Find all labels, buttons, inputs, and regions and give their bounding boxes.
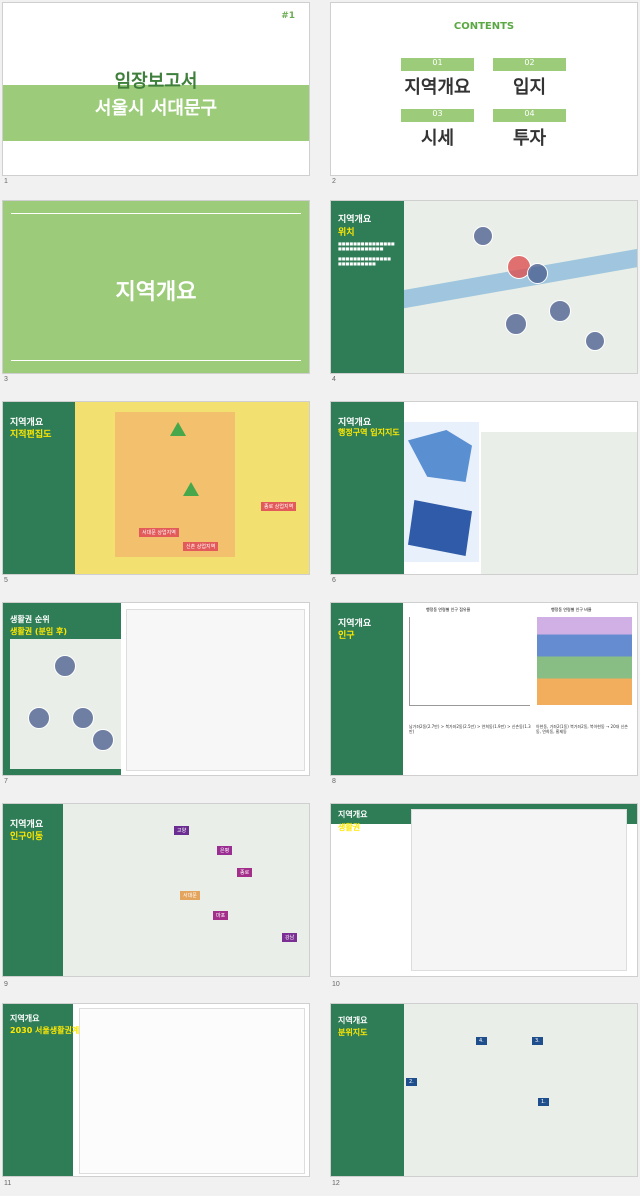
slide-10[interactable]: 지역개요 생활권	[331, 804, 637, 976]
box-label: 2.	[406, 1078, 417, 1086]
toc-item-3-label: 시세	[420, 128, 455, 149]
slide-title: 임장보고서	[114, 71, 198, 92]
area-label: 종로	[237, 868, 253, 877]
slide-number: 7	[4, 778, 8, 785]
slide-heading: 지역개요	[338, 810, 368, 819]
population-chart-1	[409, 617, 530, 706]
slide-heading: 생활권 순위	[10, 615, 50, 624]
chart-2-title: 행정동 연령별 인구 비율	[551, 607, 592, 612]
area-label: 마포	[213, 911, 229, 920]
slide-6[interactable]: 지역개요 행정구역 입지지도	[331, 402, 637, 574]
rank-table	[126, 609, 305, 771]
slide-number: 5	[4, 577, 8, 584]
area-label: 서대문	[180, 891, 200, 900]
box-label: 4.	[476, 1037, 487, 1045]
slide-subheading: 인구이동	[10, 832, 44, 842]
slide-9[interactable]: 지역개요 인구이동 고양 은평 종로 서대문 마포 강남	[3, 804, 309, 976]
box-label: 1.	[538, 1098, 549, 1106]
slide-number: 6	[332, 577, 336, 584]
slide-subheading: 생활권 (분임 후)	[10, 627, 68, 636]
zoning-map[interactable]: 종로 상업지역 신촌 상업지역 서대문 상업지역	[75, 402, 309, 574]
marker-map[interactable]	[481, 432, 637, 574]
slide-subheading: 인구	[338, 631, 355, 641]
slide-number: 1	[4, 178, 8, 185]
area-label: 은평	[217, 846, 233, 855]
toc-item-4[interactable]: 04	[493, 109, 566, 122]
slide-2[interactable]: CONTENTS 01 지역개요 02 입지 03 시세 04 투자	[331, 3, 637, 175]
district-map[interactable]	[404, 422, 479, 562]
corner-label: 도서관	[289, 161, 301, 166]
population-chart-2	[537, 617, 632, 705]
slide-subheading: 지적편집도	[10, 430, 52, 440]
slide-number: 8	[332, 778, 336, 785]
slide-7[interactable]: 생활권 순위 생활권 (분임 후)	[3, 603, 309, 775]
slide-heading: 지역개요	[10, 1014, 40, 1023]
slide-subtitle: 서울시 서대문구	[94, 98, 218, 119]
living-area-map[interactable]	[10, 639, 121, 769]
slide-number: 10	[332, 981, 340, 988]
slide-subheading: 2030 서울생활권계획	[10, 1026, 87, 1035]
slide-3[interactable]: 지역개요	[3, 201, 309, 373]
distribution-map[interactable]: 1. 2. 3. 4.	[404, 1004, 637, 1176]
slide-subheading: 분위지도	[338, 1028, 368, 1037]
slide-11[interactable]: 지역개요 2030 서울생활권계획	[3, 1004, 309, 1176]
slide-12[interactable]: 지역개요 분위지도 1. 2. 3. 4.	[331, 1004, 637, 1176]
toc-item-3[interactable]: 03	[401, 109, 474, 122]
migration-map[interactable]: 고양 은평 종로 서대문 마포 강남	[63, 804, 309, 976]
slide-number: 3	[4, 376, 8, 383]
toc-item-1-label: 지역개요	[404, 77, 471, 98]
slide-1[interactable]: #1 임장보고서 서울시 서대문구 도서관	[3, 3, 309, 175]
slide-heading: 지역개요	[338, 1016, 368, 1025]
section-title: 지역개요	[115, 280, 197, 305]
zone-label: 서대문 상업지역	[139, 528, 179, 537]
slide-number: 12	[332, 1180, 340, 1187]
zone-label: 신촌 상업지역	[183, 542, 219, 551]
slide-badge: #1	[281, 11, 295, 21]
slide-subheading: 행정구역 입지지도	[338, 428, 400, 437]
slide-subheading: 위치	[338, 228, 355, 238]
area-label: 고양	[174, 826, 190, 835]
slide-5[interactable]: 지역개요 지적편집도 종로 상업지역 신촌 상업지역 서대문 상업지역	[3, 402, 309, 574]
toc-item-2[interactable]: 02	[493, 58, 566, 71]
zone-label: 종로 상업지역	[261, 502, 297, 511]
box-label: 3.	[532, 1037, 543, 1045]
slide-number: 2	[332, 178, 336, 185]
slide-heading: 지역개요	[338, 215, 372, 225]
slide-number: 11	[4, 1180, 12, 1187]
contents-title: CONTENTS	[453, 21, 515, 32]
slide-subheading: 생활권	[338, 823, 361, 832]
slide-number: 9	[4, 981, 8, 988]
slide-4[interactable]: 지역개요 위치 ■■■■■■■■■■■■■■■ ■■■■■■■■■■■■ ■■■■■…	[331, 201, 637, 373]
toc-item-1[interactable]: 01	[401, 58, 474, 71]
note-2: 아현동, 가좌2(1동) 북가좌2동, 북아현동 → 20대 신촌동, 연희동,…	[536, 724, 628, 734]
slide-8[interactable]: 지역개요 인구 행정동 연령별 인구 점유율 행정동 연령별 인구 비율 남가좌…	[331, 603, 637, 775]
toc-item-2-label: 입지	[512, 77, 547, 98]
toc-item-4-label: 투자	[512, 128, 547, 149]
slide-number: 4	[332, 376, 336, 383]
location-map[interactable]	[404, 201, 637, 373]
note-1: 남가좌2동(2.7만) > 북가좌2동(2.5만) > 연희동(1.9만) > …	[409, 724, 531, 734]
chart-1-title: 행정동 연령별 인구 점유율	[426, 607, 471, 612]
area-label: 강남	[282, 933, 298, 942]
